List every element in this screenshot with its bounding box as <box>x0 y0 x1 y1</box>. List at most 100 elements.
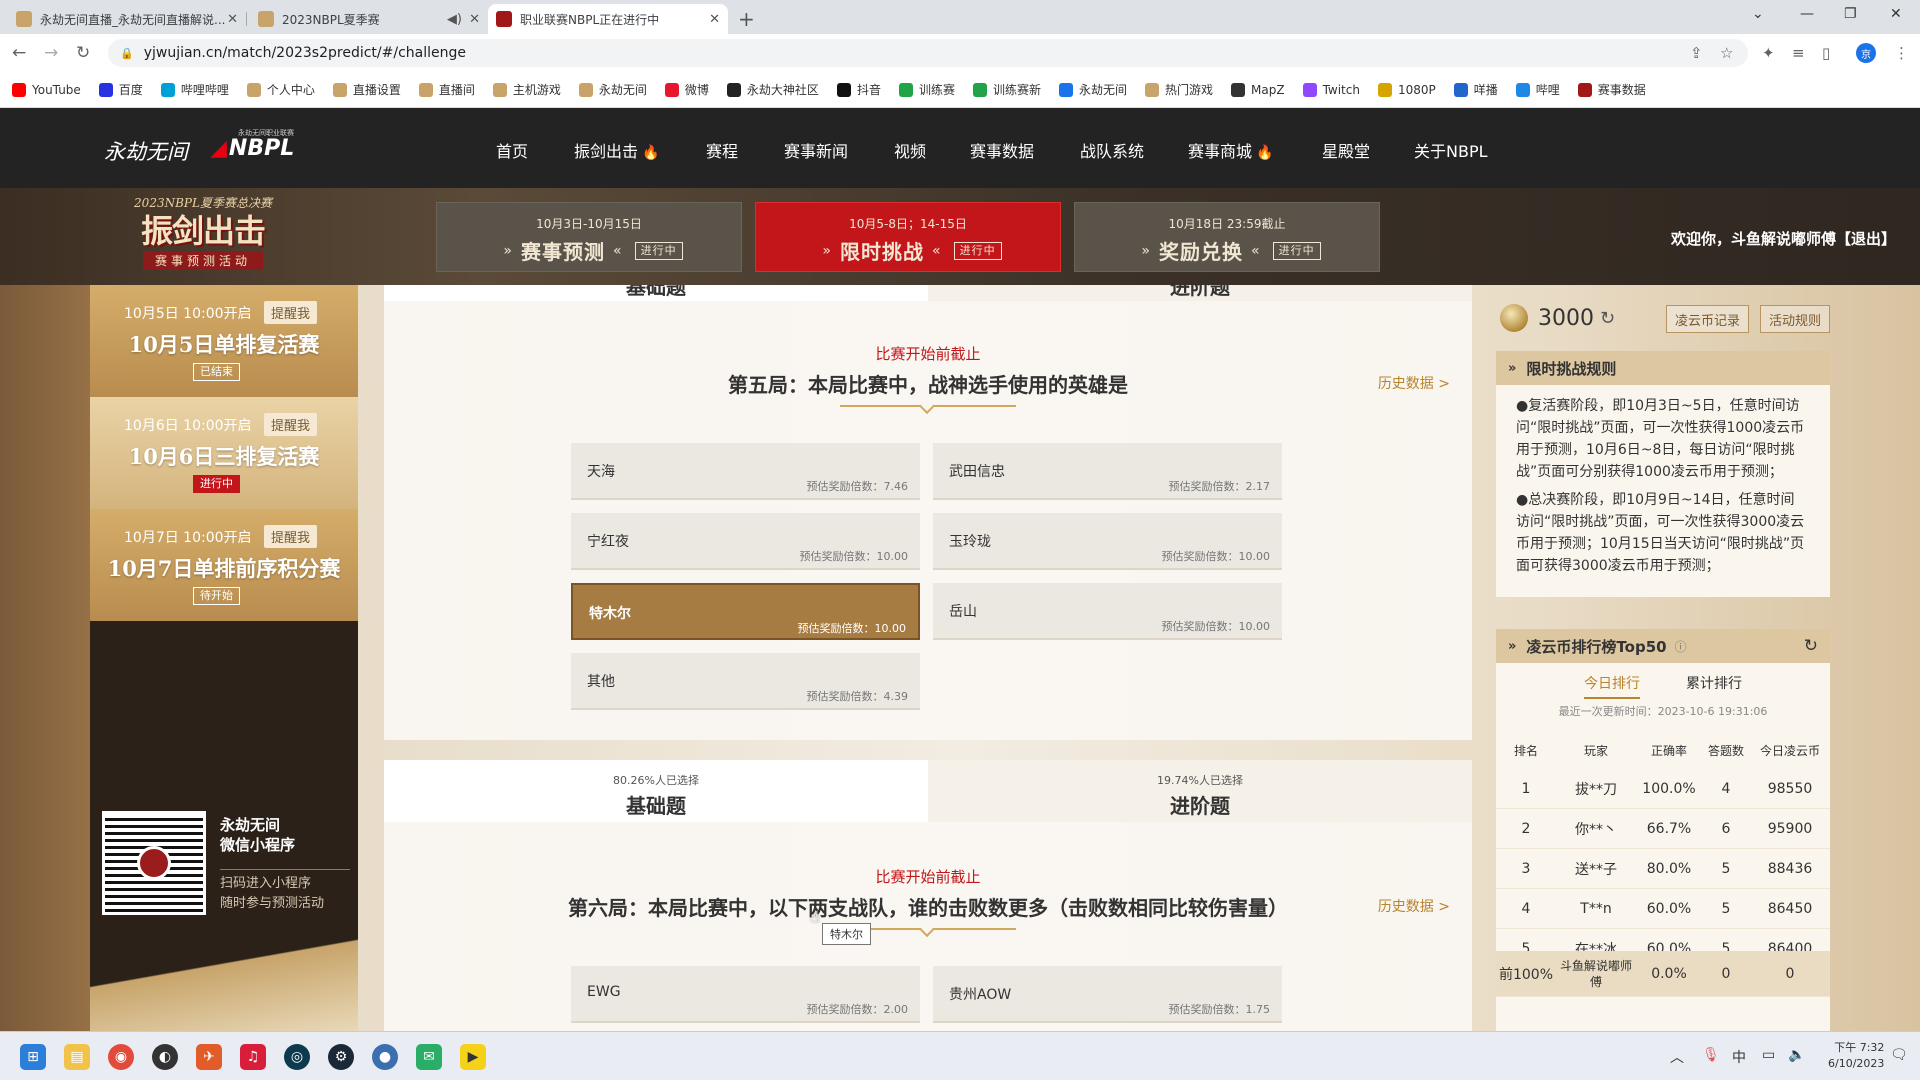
nav-item[interactable]: 星殿堂 <box>1322 138 1370 162</box>
nav-item[interactable]: 赛事数据 <box>970 138 1034 162</box>
bookmark-item[interactable]: 百度 <box>98 81 143 98</box>
wechat-icon[interactable]: ✉ <box>416 1044 442 1070</box>
bookmark-item[interactable]: 哔哩哔哩 <box>160 81 229 98</box>
banner-tab[interactable]: 10月5-8日；14-15日 » 限时挑战 « 进行中 <box>755 202 1061 272</box>
tab-advanced[interactable]: 进阶题 <box>928 285 1472 301</box>
nav-item[interactable]: 关于NBPL <box>1414 138 1488 162</box>
bookmark-item[interactable]: 训练赛 <box>898 81 955 98</box>
bookmark-item[interactable]: 微博 <box>664 81 709 98</box>
nav-item[interactable]: 战队系统 <box>1080 138 1144 162</box>
ime-indicator[interactable]: 中 <box>1732 1047 1746 1067</box>
mic-icon[interactable]: 🎙 <box>1702 1047 1720 1063</box>
nav-item[interactable]: 赛程 <box>706 138 738 162</box>
clock[interactable]: 下午 7:32 6/10/2023 <box>1828 1040 1884 1072</box>
bookmark-item[interactable]: 咩播 <box>1453 81 1498 98</box>
bookmark-star-icon[interactable]: ☆ <box>1720 44 1733 62</box>
bookmark-item[interactable]: 训练赛新 <box>972 81 1041 98</box>
answer-option[interactable]: 玉玲珑 预估奖励倍数：10.00 <box>933 513 1282 570</box>
tab-basic[interactable]: 80.26%人已选择 基础题 <box>384 760 928 822</box>
bookmark-item[interactable]: 永劫无间 <box>1058 81 1127 98</box>
tab-today-rank[interactable]: 今日排行 <box>1584 673 1640 699</box>
file-explorer-icon[interactable]: ▤ <box>64 1044 90 1070</box>
restore-button[interactable]: ❐ <box>1844 6 1857 22</box>
bookmark-item[interactable]: 永劫无间 <box>578 81 647 98</box>
close-icon[interactable]: ✕ <box>227 12 238 27</box>
banner-tab[interactable]: 10月3日-10月15日 » 赛事预测 « 进行中 <box>436 202 742 272</box>
close-icon[interactable]: ✕ <box>709 12 720 27</box>
match-card[interactable]: 10月6日 10:00开启 提醒我 10月6日三排复活赛 进行中 <box>90 397 358 509</box>
tab-basic[interactable]: 基础题 <box>384 285 928 301</box>
window-close-button[interactable]: ✕ <box>1890 6 1902 22</box>
bookmark-item[interactable]: 哔哩 <box>1515 81 1560 98</box>
share-icon[interactable]: ⇪ <box>1690 44 1703 62</box>
menu-icon[interactable]: ⋮ <box>1894 44 1909 62</box>
bookmark-item[interactable]: 1080P <box>1377 82 1436 97</box>
match-card[interactable]: 10月5日 10:00开启 提醒我 10月5日单排复活赛 已结束 <box>90 285 358 397</box>
start-icon[interactable]: ⊞ <box>20 1044 46 1070</box>
answer-option[interactable]: 宁红夜 预估奖励倍数：10.00 <box>571 513 920 570</box>
bookmark-item[interactable]: 抖音 <box>836 81 881 98</box>
coin-record-button[interactable]: 凌云币记录 <box>1666 305 1750 333</box>
refresh-icon[interactable]: ↻ <box>1600 308 1615 329</box>
bookmark-item[interactable]: Twitch <box>1302 82 1360 97</box>
profile-avatar[interactable]: 京 <box>1856 43 1876 63</box>
welcome-logout[interactable]: 欢迎你，斗鱼解说嘟师傅【退出】 <box>1671 228 1896 249</box>
bookmark-item[interactable]: 主机游戏 <box>492 81 561 98</box>
nav-item[interactable]: 视频 <box>894 138 926 162</box>
answer-option[interactable]: 天海 预估奖励倍数：7.46 <box>571 443 920 500</box>
bookmark-item[interactable]: 个人中心 <box>246 81 315 98</box>
answer-option[interactable]: 岳山 预估奖励倍数：10.00 <box>933 583 1282 640</box>
tab-total-rank[interactable]: 累计排行 <box>1686 673 1742 699</box>
history-data-link[interactable]: 历史数据 > <box>1378 896 1450 916</box>
bookmark-item[interactable]: YouTube <box>12 82 81 97</box>
nav-item[interactable]: 振剑出击 🔥 <box>574 138 659 162</box>
player-icon[interactable]: ▶ <box>460 1044 486 1070</box>
mute-icon[interactable]: ◀) <box>447 12 462 27</box>
bookmark-item[interactable]: 热门游戏 <box>1145 81 1213 98</box>
nav-item[interactable]: 赛事商城 🔥 <box>1188 138 1273 162</box>
answer-option[interactable]: EWG 预估奖励倍数：2.00 <box>571 966 920 1023</box>
url-bar[interactable]: 🔒 yjwujian.cn/match/2023s2predict/#/chal… <box>108 39 1748 67</box>
minimize-button[interactable]: — <box>1800 6 1814 22</box>
app-icon[interactable]: ◎ <box>284 1044 310 1070</box>
tray-chevron-icon[interactable]: ︿ <box>1670 1047 1684 1067</box>
bookmark-item[interactable]: MapZ <box>1231 82 1285 97</box>
match-card[interactable]: 10月7日 10:00开启 提醒我 10月7日单排前序积分赛 待开始 <box>90 509 358 621</box>
history-data-link[interactable]: 历史数据 > <box>1378 373 1450 393</box>
activity-rules-button[interactable]: 活动规则 <box>1760 305 1830 333</box>
bookmark-item[interactable]: 永劫大神社区 <box>726 81 819 98</box>
network-icon[interactable]: ▭ <box>1762 1047 1775 1063</box>
close-icon[interactable]: ✕ <box>469 12 480 27</box>
volume-icon[interactable]: 🔈 <box>1788 1047 1805 1063</box>
answer-option[interactable]: 其他 预估奖励倍数：4.39 <box>571 653 920 710</box>
lock-icon[interactable]: 🔒 <box>120 47 134 60</box>
app-icon[interactable]: ✈ <box>196 1044 222 1070</box>
browser-tab-active[interactable]: 职业联赛NBPL正在进行中 ✕ <box>488 4 728 34</box>
back-icon[interactable]: ← <box>12 43 26 63</box>
nav-item[interactable]: 赛事新闻 <box>784 138 848 162</box>
bookmark-item[interactable]: 直播间 <box>418 81 475 98</box>
notification-icon[interactable]: 🗨 <box>1890 1047 1908 1063</box>
answer-option[interactable]: 特木尔 预估奖励倍数：10.00 <box>571 583 920 640</box>
media-icon[interactable]: ≡ <box>1792 44 1805 62</box>
forward-icon[interactable]: → <box>44 43 58 63</box>
app-icon[interactable]: ◐ <box>152 1044 178 1070</box>
steam-icon[interactable]: ⚙ <box>328 1044 354 1070</box>
bookmark-item[interactable]: 直播设置 <box>332 81 401 98</box>
bookmark-item[interactable]: 赛事数据 <box>1577 81 1646 98</box>
extensions-icon[interactable]: ✦ <box>1762 44 1775 62</box>
tab-advanced[interactable]: 19.74%人已选择 进阶题 <box>928 760 1472 822</box>
tab-search-icon[interactable]: ⌄ <box>1752 6 1764 22</box>
banner-tab[interactable]: 10月18日 23:59截止 » 奖励兑换 « 进行中 <box>1074 202 1380 272</box>
game-logo[interactable]: 永劫无间 <box>104 136 188 166</box>
new-tab-button[interactable]: + <box>738 7 755 31</box>
answer-option[interactable]: 贵州AOW 预估奖励倍数：1.75 <box>933 966 1282 1023</box>
remind-button[interactable]: 提醒我 <box>264 413 318 436</box>
remind-button[interactable]: 提醒我 <box>264 301 318 324</box>
chrome-icon[interactable]: ◉ <box>108 1044 134 1070</box>
refresh-icon[interactable]: ↻ <box>1804 636 1818 656</box>
league-logo[interactable]: 永劫无间职业联赛 ◢NBPL <box>210 129 294 161</box>
netease-music-icon[interactable]: ♫ <box>240 1044 266 1070</box>
answer-option[interactable]: 武田信忠 预估奖励倍数：2.17 <box>933 443 1282 500</box>
nav-item[interactable]: 首页 <box>496 138 528 162</box>
